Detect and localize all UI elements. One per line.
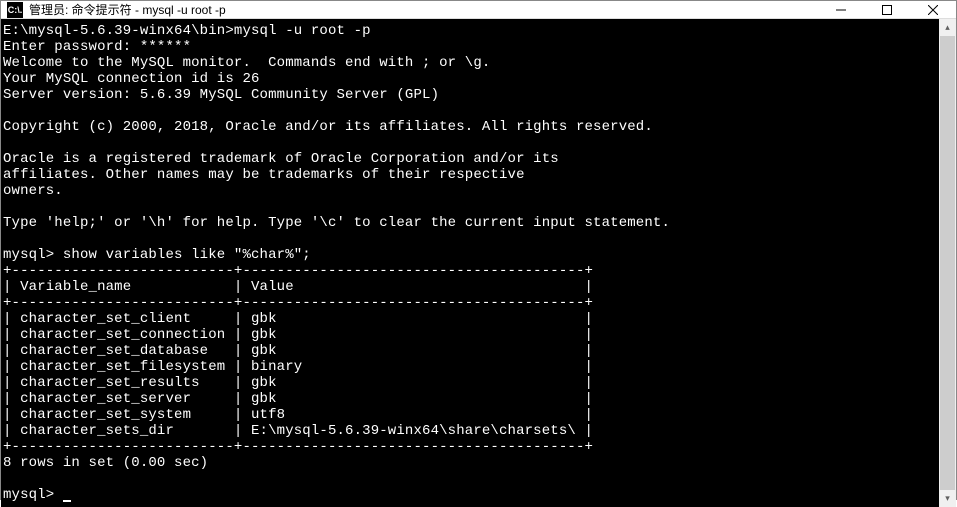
scrollbar[interactable]: ▴ ▾ — [939, 19, 956, 507]
scrollbar-thumb[interactable] — [940, 36, 955, 490]
cmd-icon: C:\. — [7, 2, 23, 18]
terminal-output[interactable]: E:\mysql-5.6.39-winx64\bin>mysql -u root… — [1, 19, 939, 507]
title-left: C:\. 管理员: 命令提示符 - mysql -u root -p — [7, 1, 226, 18]
scrollbar-down-icon[interactable]: ▾ — [940, 490, 955, 507]
close-button[interactable] — [910, 1, 956, 18]
minimize-button[interactable] — [818, 1, 864, 18]
window-controls — [818, 1, 956, 18]
maximize-button[interactable] — [864, 1, 910, 18]
window-title: 管理员: 命令提示符 - mysql -u root -p — [29, 1, 226, 18]
command-prompt-window: C:\. 管理员: 命令提示符 - mysql -u root -p E:\my… — [0, 0, 957, 500]
close-icon — [928, 5, 938, 15]
titlebar[interactable]: C:\. 管理员: 命令提示符 - mysql -u root -p — [1, 1, 956, 19]
cursor — [63, 500, 71, 502]
scrollbar-up-icon[interactable]: ▴ — [940, 19, 955, 36]
terminal-wrap: E:\mysql-5.6.39-winx64\bin>mysql -u root… — [1, 19, 956, 507]
minimize-icon — [836, 5, 846, 15]
maximize-icon — [882, 5, 892, 15]
